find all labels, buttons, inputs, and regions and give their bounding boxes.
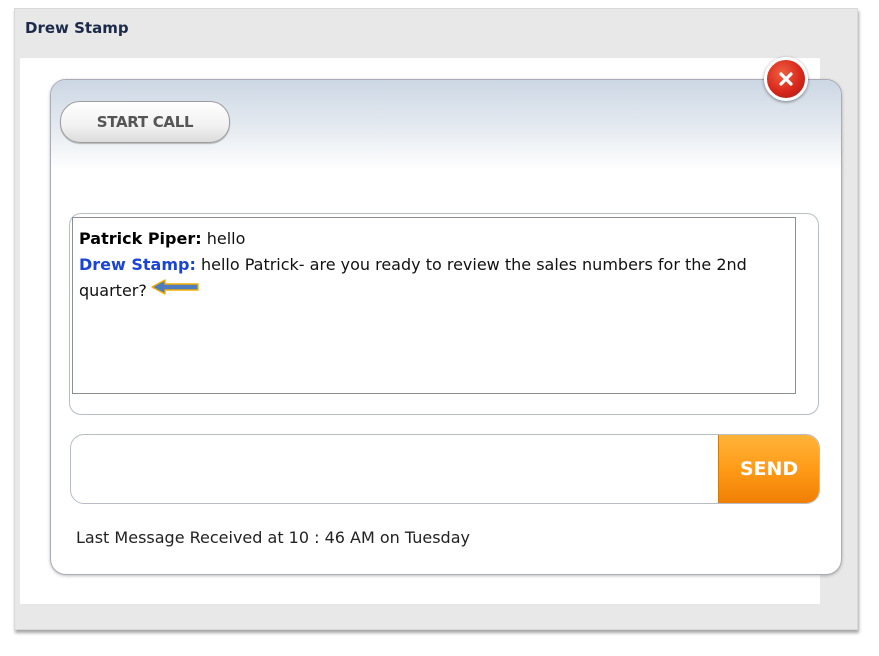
- message-line: Patrick Piper: hello: [79, 226, 787, 252]
- close-button[interactable]: [764, 57, 808, 101]
- last-message-status: Last Message Received at 10 : 46 AM on T…: [76, 528, 470, 547]
- message-input[interactable]: [81, 445, 715, 493]
- message-text: hello: [201, 229, 246, 248]
- send-button[interactable]: SEND: [718, 435, 819, 503]
- message-line: Drew Stamp: hello Patrick- are you ready…: [79, 252, 787, 305]
- window-title: Drew Stamp: [25, 19, 129, 37]
- message-history[interactable]: Patrick Piper: hello Drew Stamp: hello P…: [72, 217, 796, 394]
- message-sender: Patrick Piper:: [79, 229, 202, 248]
- start-call-button[interactable]: START CALL: [60, 101, 230, 143]
- message-sender: Drew Stamp:: [79, 255, 196, 274]
- close-x-icon: [778, 71, 794, 87]
- message-composer: SEND: [70, 434, 820, 504]
- left-arrow-pointer-icon: [151, 277, 199, 303]
